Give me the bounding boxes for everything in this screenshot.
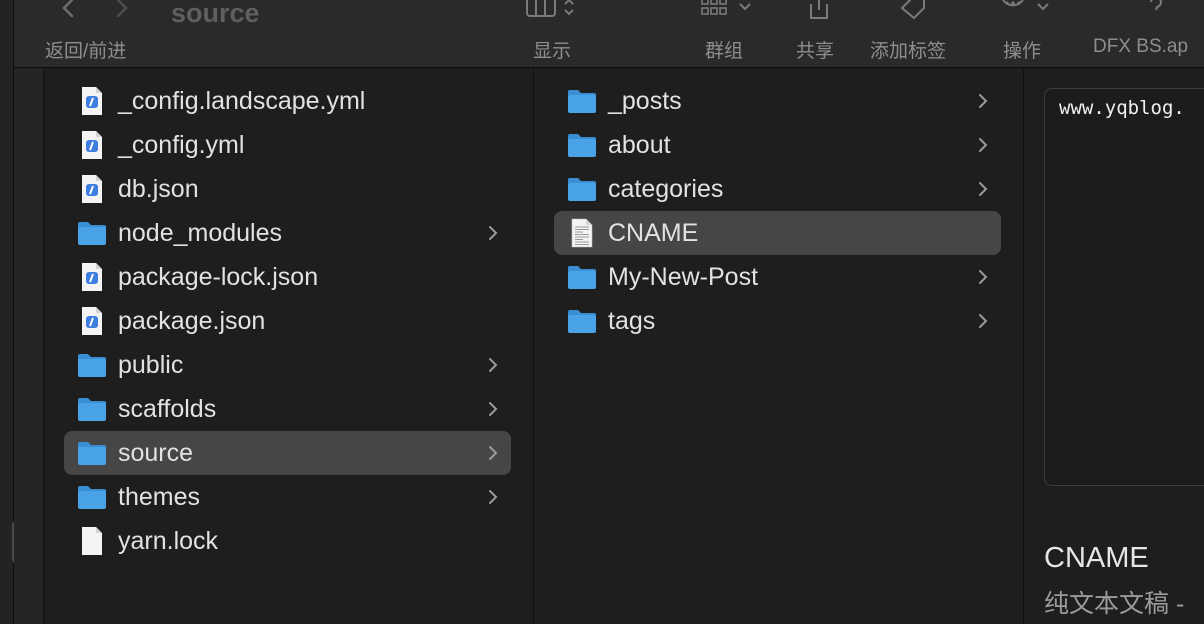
view-label: 显示 <box>533 41 572 62</box>
group-label: 群组 <box>705 41 744 62</box>
item-name: _config.landscape.yml <box>118 86 366 115</box>
file-row[interactable]: package-lock.json <box>44 255 533 299</box>
folder-row[interactable]: scaffolds <box>44 387 533 431</box>
column-view-icon[interactable] <box>525 0 587 22</box>
toolbar: source 返回/前进 显示 群组 共享 添加标签 操作 DFX BS.ap <box>14 0 1204 68</box>
chevron-right-icon <box>977 135 989 160</box>
preview-file-name: CNAME <box>1044 542 1149 574</box>
tags-label: 添加标签 <box>870 41 947 62</box>
share-label: 共享 <box>796 41 835 62</box>
window-edge <box>0 0 22 624</box>
blank-file-icon <box>77 526 107 556</box>
chevron-right-icon <box>977 91 989 116</box>
help-icon[interactable] <box>1146 0 1166 22</box>
folder-icon <box>567 130 597 160</box>
item-name: _config.yml <box>118 130 245 159</box>
folder-row[interactable]: public <box>44 343 533 387</box>
chevron-right-icon <box>487 487 499 512</box>
column-project: _config.landscape.yml _config.yml db.json n… <box>44 68 534 624</box>
group-icon[interactable] <box>700 0 762 22</box>
share-icon[interactable] <box>806 0 832 22</box>
tag-icon[interactable] <box>898 0 928 22</box>
finder-window: source 返回/前进 显示 群组 共享 添加标签 操作 DFX BS.ap … <box>0 0 1204 624</box>
back-forward-label: 返回/前进 <box>45 41 127 62</box>
item-name: db.json <box>118 174 199 203</box>
back-icon[interactable] <box>58 0 80 20</box>
document-icon <box>77 130 107 160</box>
extension-label: DFX BS.ap <box>1093 36 1189 57</box>
text-file-icon <box>567 218 597 248</box>
file-row[interactable]: package.json <box>44 299 533 343</box>
item-name: tags <box>608 306 656 335</box>
item-name: scaffolds <box>118 394 217 423</box>
action-label: 操作 <box>1003 41 1042 62</box>
folder-icon <box>77 218 107 248</box>
chevron-right-icon <box>977 179 989 204</box>
action-icon[interactable] <box>998 0 1060 22</box>
folder-row[interactable]: source <box>44 431 533 475</box>
file-row[interactable]: _config.landscape.yml <box>44 79 533 123</box>
item-name: public <box>118 350 184 379</box>
folder-row[interactable]: themes <box>44 475 533 519</box>
folder-row[interactable]: tags <box>534 299 1023 343</box>
folder-icon <box>77 350 107 380</box>
item-name: yarn.lock <box>118 526 219 555</box>
folder-icon <box>567 174 597 204</box>
item-name: themes <box>118 482 200 511</box>
item-name: node_modules <box>118 218 283 247</box>
file-list: _config.landscape.yml _config.yml db.json n… <box>44 79 533 563</box>
document-icon <box>77 174 107 204</box>
file-row[interactable]: CNAME <box>534 211 1023 255</box>
preview-thumbnail: www.yqblog. <box>1044 88 1204 486</box>
folder-row[interactable]: categories <box>534 167 1023 211</box>
item-name: about <box>608 130 671 159</box>
sidebar-edge <box>14 68 44 624</box>
preview-content: www.yqblog. <box>1059 97 1185 119</box>
document-icon <box>77 306 107 336</box>
folder-icon <box>567 262 597 292</box>
chevron-right-icon <box>487 355 499 380</box>
column-source: _postsabout categories CNAME My-New-Post tag… <box>534 68 1024 624</box>
folder-row[interactable]: node_modules <box>44 211 533 255</box>
chevron-right-icon <box>487 223 499 248</box>
item-name: package.json <box>118 306 266 335</box>
document-icon <box>77 86 107 116</box>
folder-row[interactable]: My-New-Post <box>534 255 1023 299</box>
document-icon <box>77 262 107 292</box>
folder-row[interactable]: _posts <box>534 79 1023 123</box>
folder-row[interactable]: about <box>534 123 1023 167</box>
item-name: CNAME <box>608 218 699 247</box>
file-row[interactable]: yarn.lock <box>44 519 533 563</box>
item-name: _posts <box>608 86 682 115</box>
folder-icon <box>77 438 107 468</box>
window-title: source <box>171 0 260 28</box>
file-row[interactable]: db.json <box>44 167 533 211</box>
item-name: package-lock.json <box>118 262 319 291</box>
item-name: source <box>118 438 194 467</box>
chevron-right-icon <box>487 443 499 468</box>
item-name: My-New-Post <box>608 262 759 291</box>
folder-icon <box>77 394 107 424</box>
preview-pane: www.yqblog. CNAME 纯文本文稿 - <box>1024 68 1204 624</box>
folder-icon <box>77 482 107 512</box>
chevron-right-icon <box>487 399 499 424</box>
file-row[interactable]: _config.yml <box>44 123 533 167</box>
file-list: _postsabout categories CNAME My-New-Post tag… <box>534 79 1023 343</box>
forward-icon[interactable] <box>110 0 132 20</box>
folder-icon <box>567 86 597 116</box>
folder-icon <box>567 306 597 336</box>
preview-file-kind: 纯文本文稿 - <box>1044 590 1185 618</box>
chevron-right-icon <box>977 267 989 292</box>
chevron-right-icon <box>977 311 989 336</box>
item-name: categories <box>608 174 724 203</box>
